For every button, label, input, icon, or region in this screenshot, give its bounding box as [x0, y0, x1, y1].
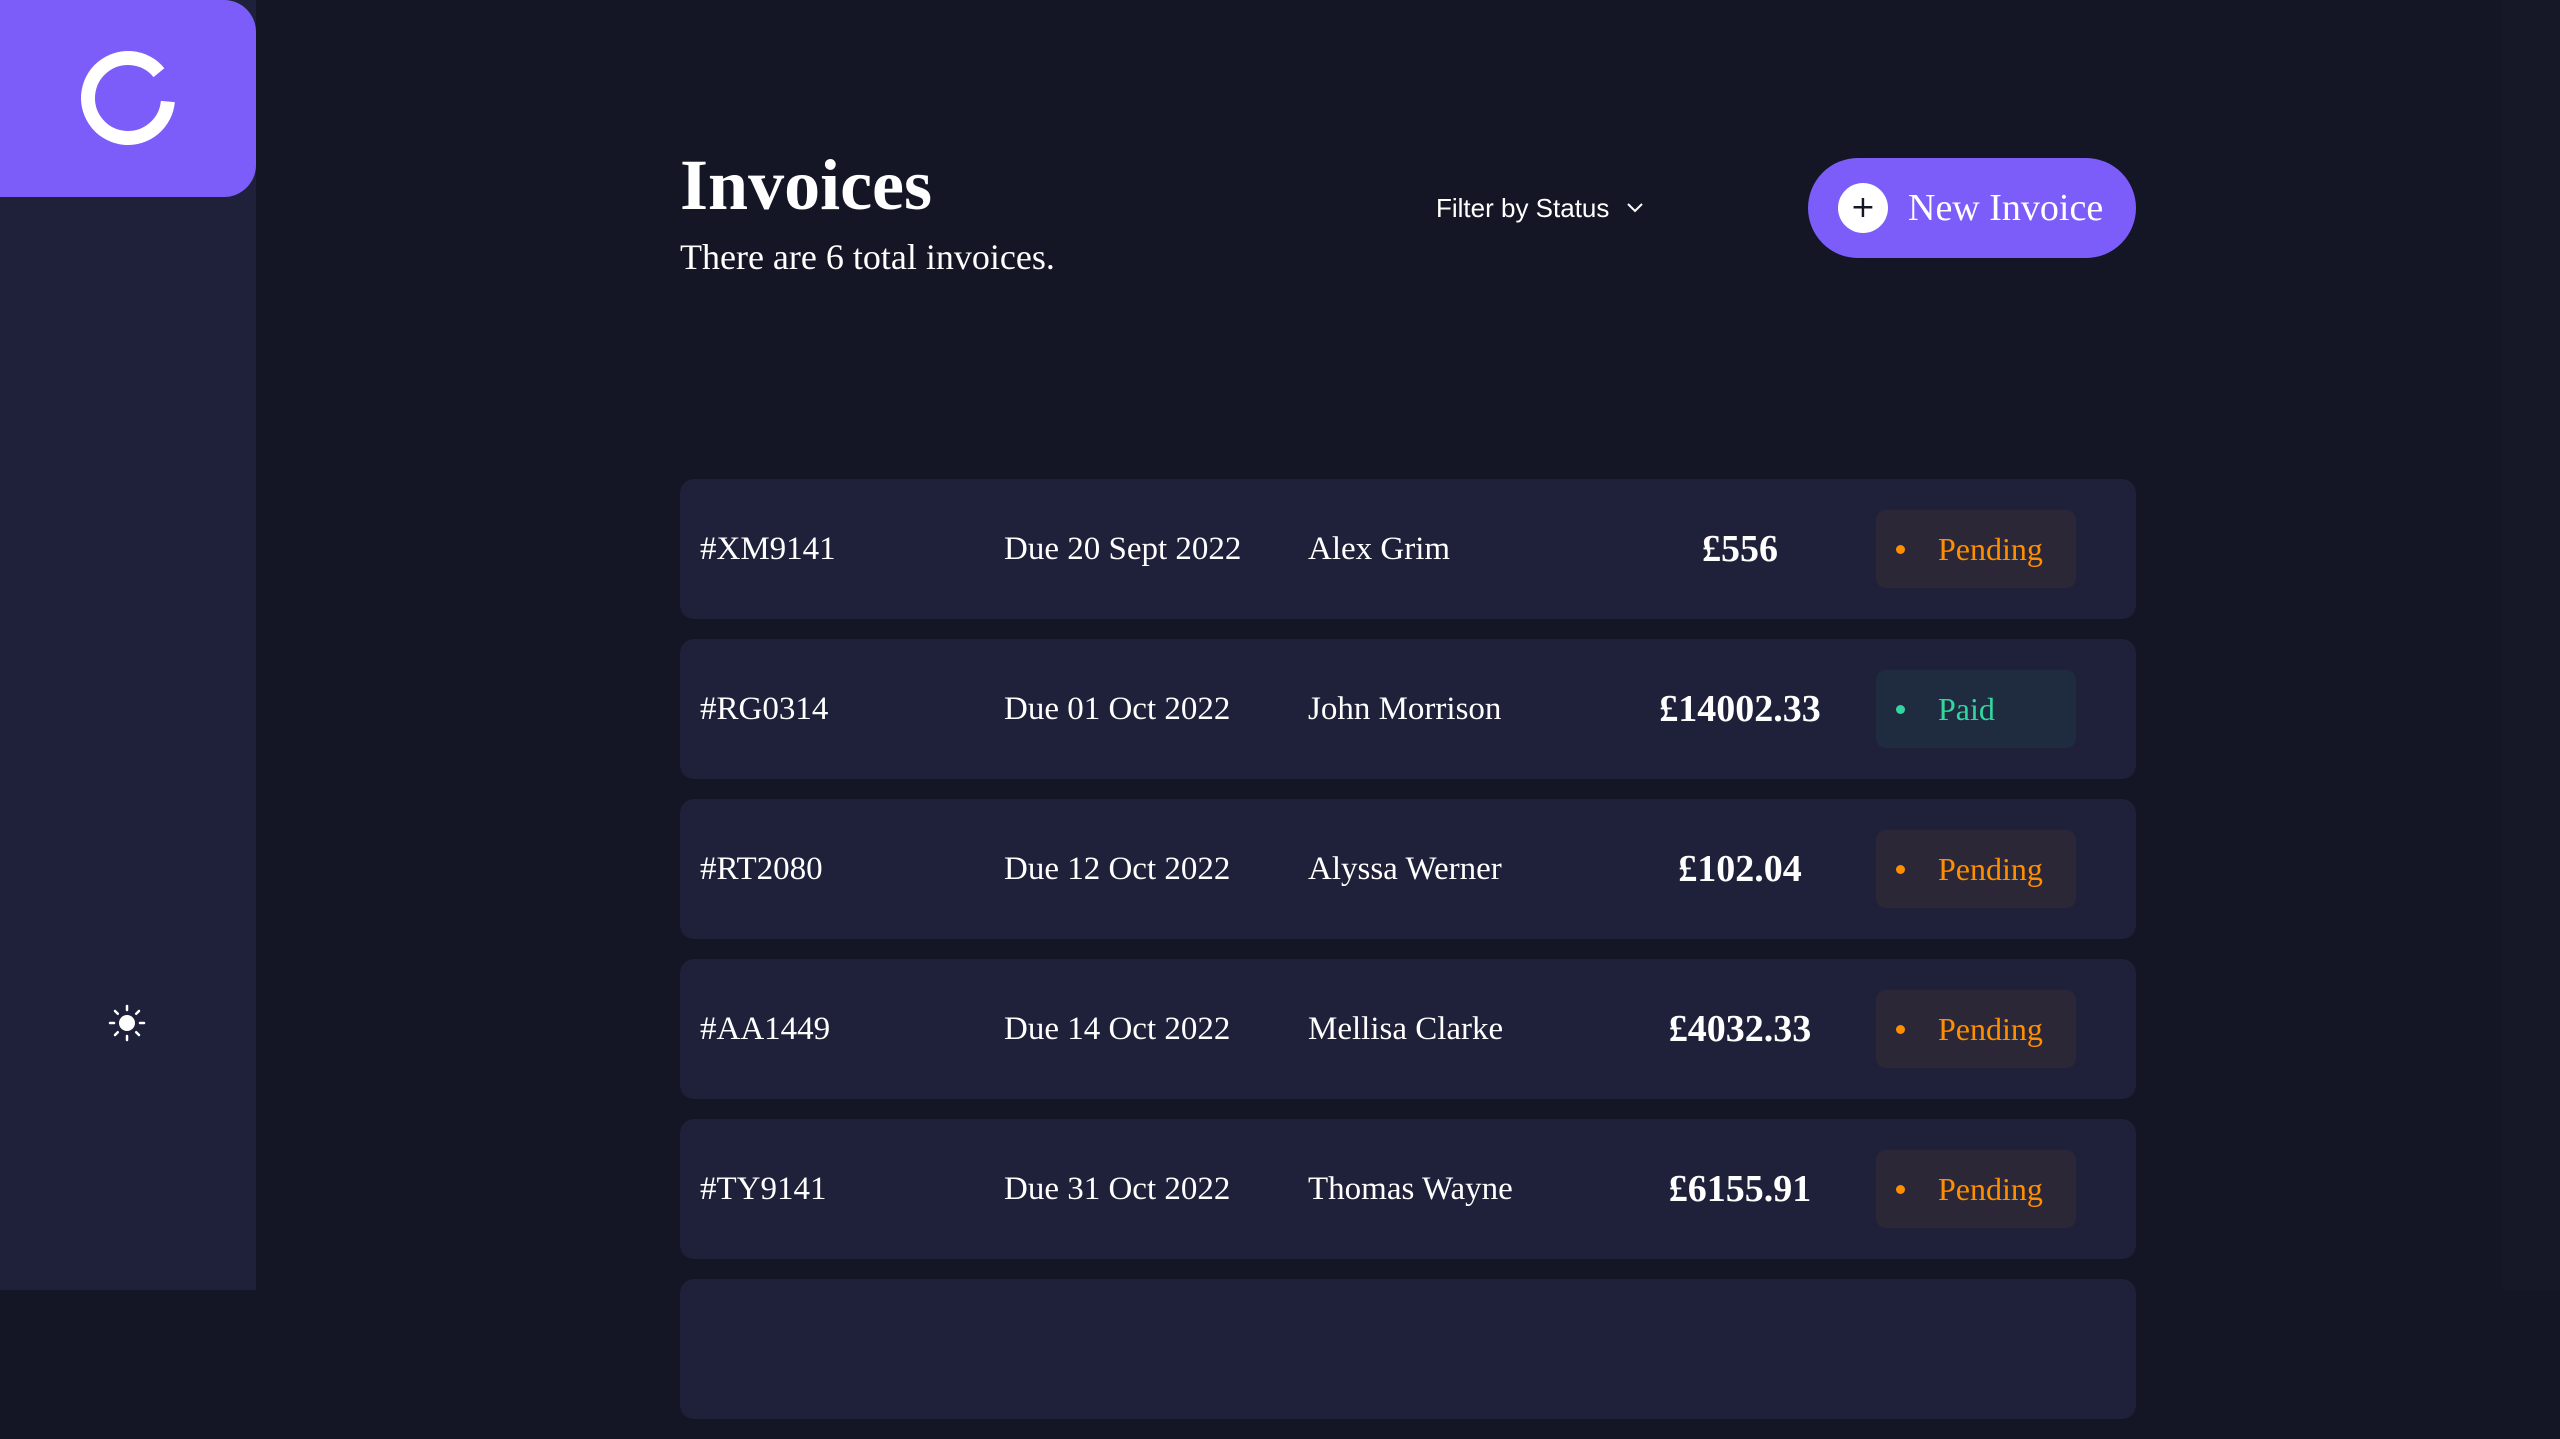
status-badge: Pending [1876, 990, 2076, 1068]
invoice-due-date: Due 14 Oct 2022 [1004, 1011, 1231, 1047]
invoice-row[interactable]: #XM9141 Due 20 Sept 2022 Alex Grim £556 … [680, 479, 2136, 619]
invoice-due-date: Due 12 Oct 2022 [1004, 851, 1231, 887]
invoice-due-date: Due 31 Oct 2022 [1004, 1171, 1231, 1207]
logo-ring-icon [81, 51, 175, 145]
invoice-id: #RT2080 [700, 851, 823, 887]
invoice-amount: £4032.33 [1668, 1008, 1812, 1050]
theme-toggle-button[interactable] [107, 1003, 147, 1043]
status-dot [1896, 545, 1905, 554]
chevron-down-icon [1627, 203, 1644, 213]
status-badge: Pending [1876, 830, 2076, 908]
filter-label: Filter by Status [1436, 192, 1610, 223]
status-label: Pending [1938, 1011, 2043, 1047]
app-logo[interactable] [0, 0, 256, 197]
invoice-row-partial[interactable] [680, 1279, 2136, 1419]
client-name: Alyssa Werner [1308, 851, 1502, 887]
new-invoice-button[interactable]: + New Invoice [1808, 158, 2136, 258]
status-badge: Paid [1876, 670, 2076, 748]
status-dot [1896, 705, 1905, 714]
new-invoice-label: New Invoice [1908, 187, 2104, 229]
invoice-due-date: Due 20 Sept 2022 [1004, 531, 1242, 567]
status-label: Pending [1938, 851, 2043, 887]
filter-by-status-dropdown[interactable]: Filter by Status [1436, 188, 1645, 228]
status-dot [1896, 1025, 1905, 1034]
sun-icon [108, 1004, 146, 1042]
invoice-row[interactable]: #RT2080 Due 12 Oct 2022 Alyssa Werner £1… [680, 799, 2136, 939]
invoice-due-date: Due 01 Oct 2022 [1004, 691, 1231, 727]
invoice-amount: £102.04 [1678, 848, 1802, 890]
client-name: John Morrison [1308, 691, 1502, 727]
invoice-id: #RG0314 [700, 691, 829, 727]
client-name: Thomas Wayne [1308, 1171, 1513, 1207]
status-label: Pending [1938, 531, 2043, 567]
invoice-row[interactable]: #TY9141 Due 31 Oct 2022 Thomas Wayne £61… [680, 1119, 2136, 1259]
invoice-amount: £14002.33 [1659, 688, 1821, 730]
sidebar [0, 0, 256, 1290]
status-label: Paid [1938, 691, 1995, 727]
status-label: Pending [1938, 1171, 2043, 1207]
invoice-row[interactable]: #RG0314 Due 01 Oct 2022 John Morrison £1… [680, 639, 2136, 779]
invoice-id: #XM9141 [700, 531, 836, 567]
page-title: Invoices [680, 145, 932, 225]
status-badge: Pending [1876, 1150, 2076, 1228]
invoice-row[interactable]: #AA1449 Due 14 Oct 2022 Mellisa Clarke £… [680, 959, 2136, 1099]
plus-icon: + [1838, 183, 1888, 233]
client-name: Alex Grim [1308, 531, 1451, 567]
scroll-gutter [2502, 0, 2560, 1290]
invoice-id: #TY9141 [700, 1171, 827, 1207]
invoice-id: #AA1449 [700, 1011, 831, 1047]
client-name: Mellisa Clarke [1308, 1011, 1504, 1047]
invoice-count: There are 6 total invoices. [680, 237, 1055, 277]
status-dot [1896, 1185, 1905, 1194]
invoice-amount: £556 [1702, 528, 1778, 570]
status-dot [1896, 865, 1905, 874]
invoice-list: #XM9141 Due 20 Sept 2022 Alex Grim £556 … [680, 479, 2136, 1439]
invoice-amount: £6155.91 [1668, 1168, 1812, 1210]
status-badge: Pending [1876, 510, 2076, 588]
